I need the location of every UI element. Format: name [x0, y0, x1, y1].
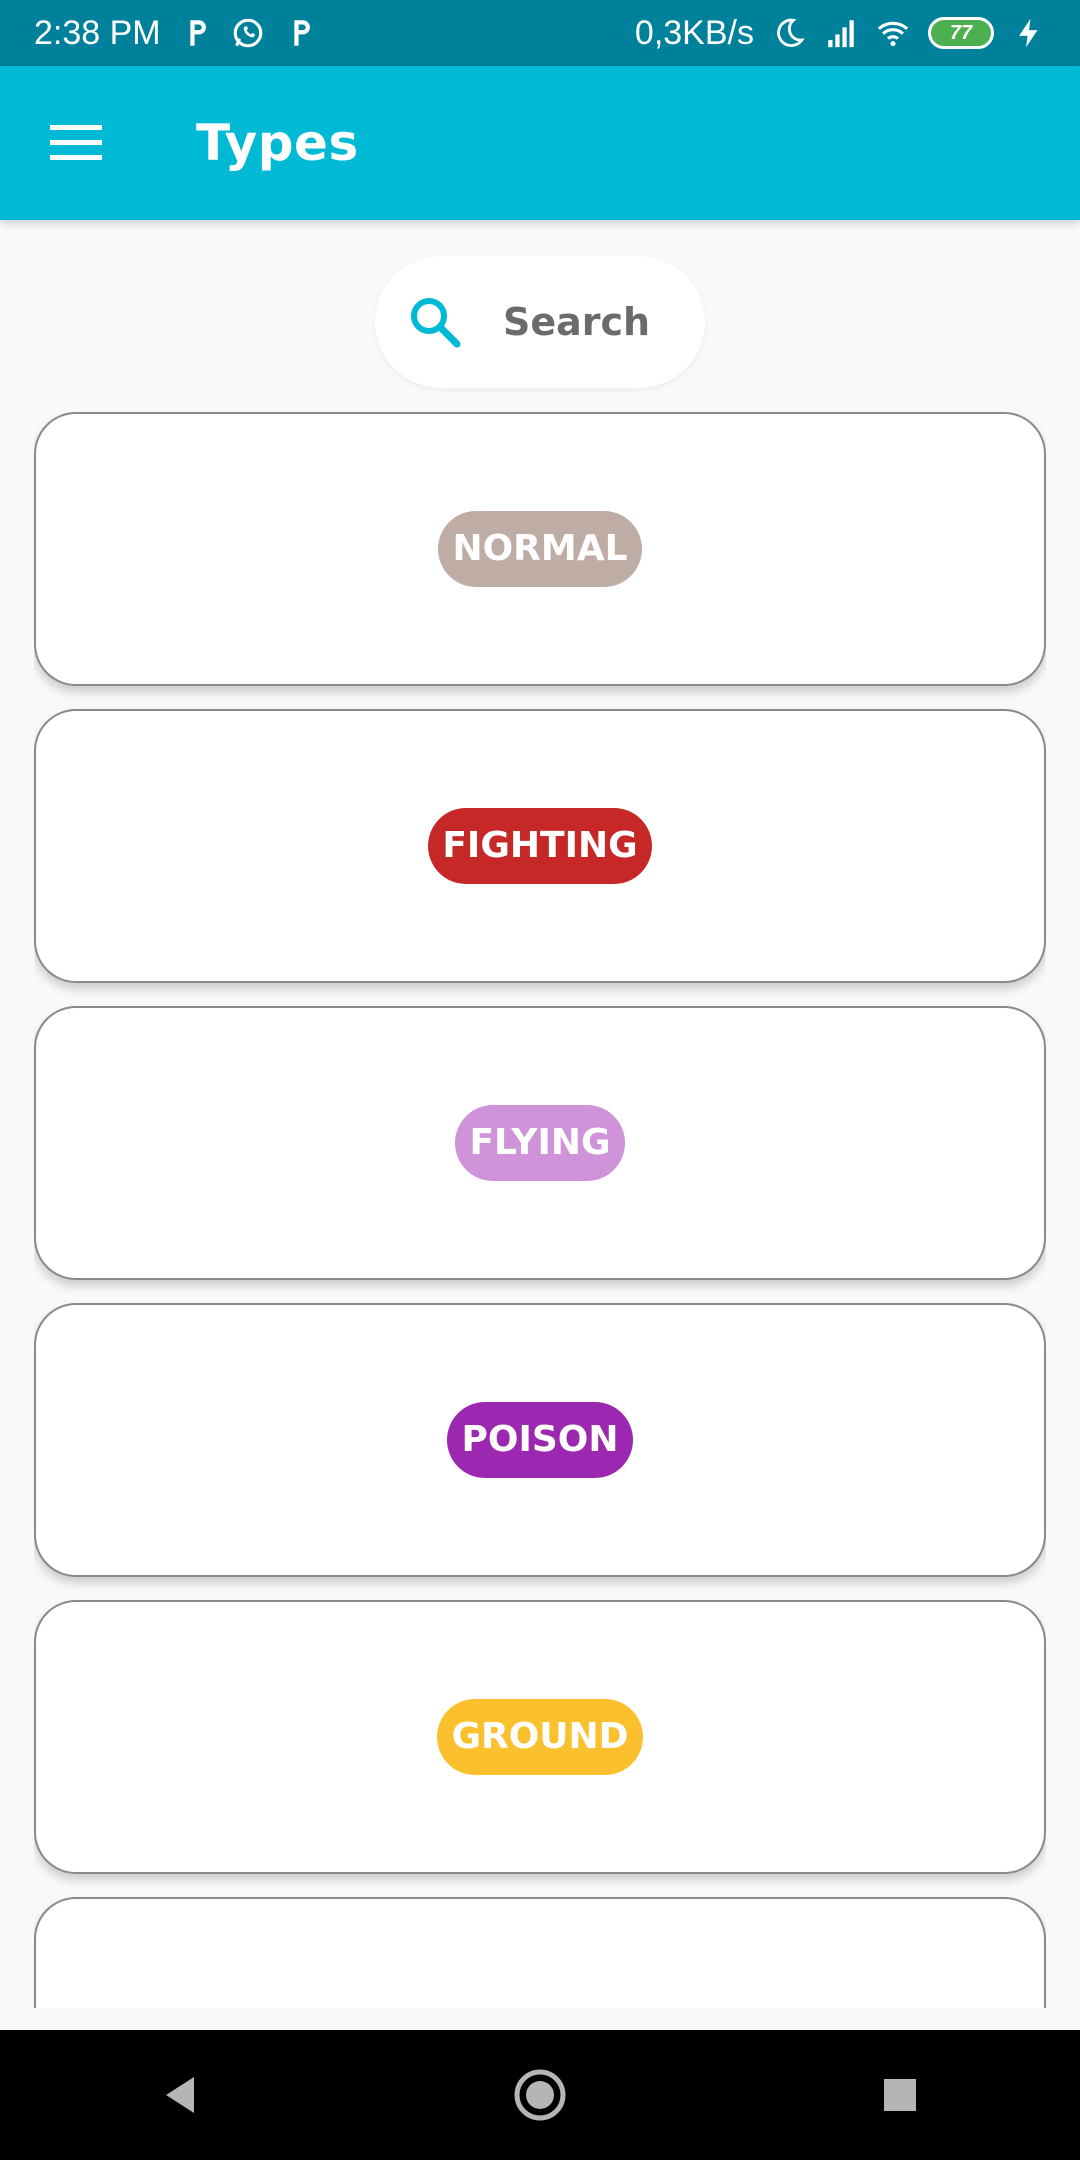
type-card[interactable]: FLYING	[34, 1006, 1046, 1280]
type-badge: FLYING	[455, 1105, 625, 1181]
parking-icon	[293, 20, 310, 46]
status-time: 2:38 PM	[34, 13, 161, 52]
network-speed: 0,3KB/s	[634, 13, 754, 52]
whatsapp-icon	[233, 18, 262, 48]
wifi-icon	[877, 21, 909, 47]
search-label: Search	[503, 300, 651, 344]
type-card[interactable]: GROUND	[34, 1600, 1046, 1874]
recents-icon	[884, 2079, 916, 2111]
type-card[interactable]: FIGHTING	[34, 709, 1046, 983]
search-button[interactable]: Search	[375, 256, 705, 388]
battery-level: 77	[949, 21, 973, 44]
type-badge: GROUND	[437, 1699, 643, 1775]
recents-button[interactable]	[840, 2035, 960, 2155]
back-icon	[166, 2077, 194, 2113]
types-list: NORMAL FIGHTING FLYING POISON GROUND	[34, 412, 1046, 2008]
type-badge: FIGHTING	[428, 808, 652, 884]
home-button[interactable]	[480, 2035, 600, 2155]
search-icon	[407, 294, 463, 350]
type-card[interactable]	[34, 1897, 1046, 2008]
app-bar: Types	[0, 66, 1080, 220]
type-card[interactable]: POISON	[34, 1303, 1046, 1577]
status-bar: 2:38 PM 0,3KB/s 77	[0, 0, 1080, 66]
navigation-bar	[0, 2030, 1080, 2160]
battery-icon: 77	[928, 17, 994, 49]
moon-icon	[777, 18, 805, 47]
signal-icon	[828, 20, 854, 48]
type-badge: POISON	[447, 1402, 633, 1478]
menu-button[interactable]	[16, 66, 136, 220]
home-icon	[514, 2069, 566, 2121]
type-card[interactable]: NORMAL	[34, 412, 1046, 686]
hamburger-menu-icon	[50, 125, 102, 160]
back-button[interactable]	[120, 2035, 240, 2155]
page-title: Types	[196, 114, 359, 172]
parking-icon	[189, 20, 206, 46]
charging-icon	[1019, 18, 1038, 48]
type-badge: NORMAL	[438, 511, 642, 587]
